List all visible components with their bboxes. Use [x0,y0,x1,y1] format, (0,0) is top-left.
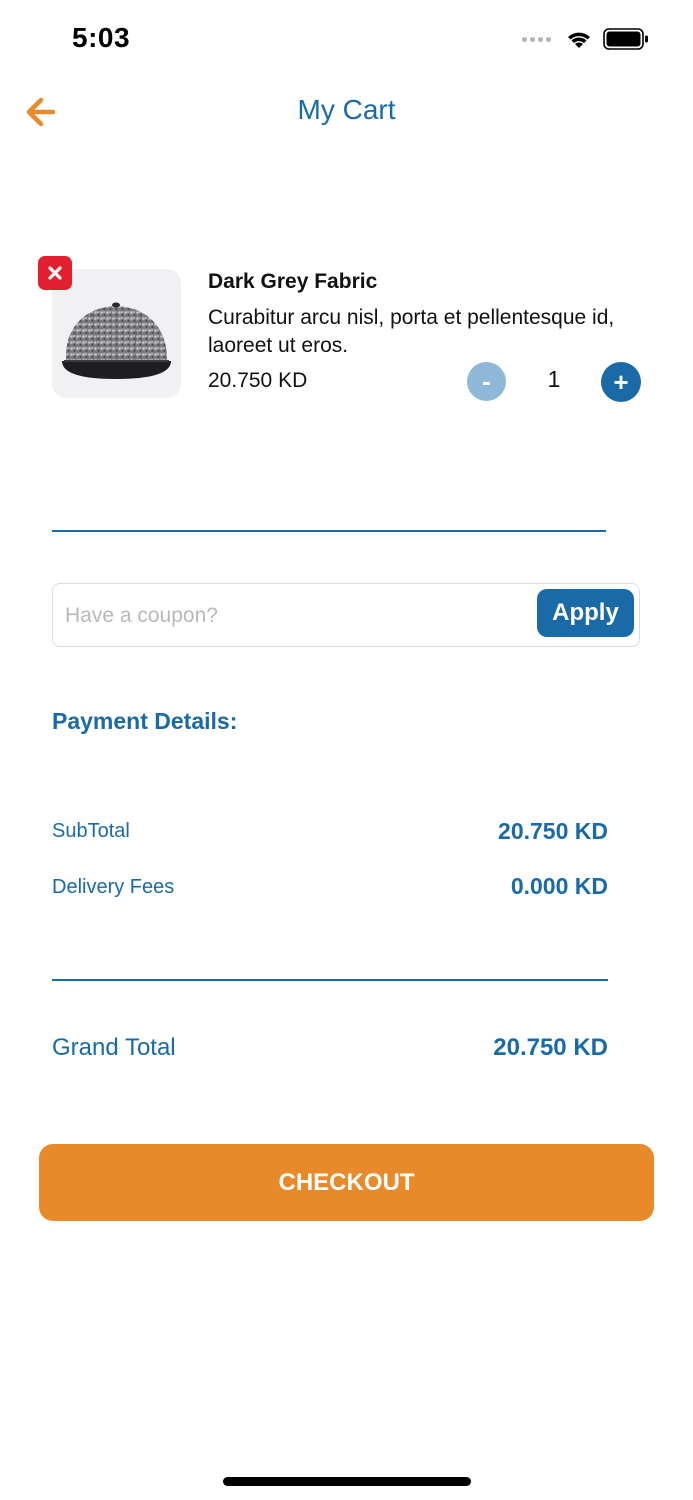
status-icons [522,28,649,50]
quantity-value: 1 [547,366,561,392]
delivery-fees-value: 0.000 KD [510,873,608,899]
grand-total-label: Grand Total [52,1034,176,1061]
divider [52,530,606,532]
status-time: 5:03 [72,22,131,53]
page-title: My Cart [297,94,396,125]
coupon-box: Apply [52,583,640,647]
grand-total-value: 20.750 KD [493,1034,608,1061]
quantity-decrease-button[interactable]: - [467,362,506,401]
cart-item: Dark Grey Fabric Curabitur arcu nisl, po… [38,256,658,406]
coupon-input[interactable] [63,594,527,638]
payment-details-title: Payment Details: [52,708,238,734]
delivery-fees-label: Delivery Fees [52,876,175,898]
remove-item-button[interactable] [38,256,72,290]
apply-coupon-button[interactable]: Apply [537,589,634,637]
quantity-increase-button[interactable]: + [601,362,641,402]
battery-icon [603,28,648,50]
minus-icon: - [482,366,491,396]
subtotal-label: SubTotal [52,820,130,842]
subtotal-value: 20.750 KD [498,818,608,844]
product-image[interactable] [52,269,181,398]
cellular-signal-icon [522,36,551,42]
nav-bar: My Cart [0,80,693,144]
home-indicator [223,1477,471,1486]
plus-icon: + [613,366,629,397]
divider [52,979,608,981]
product-price: 20.750 KD [208,369,308,392]
close-icon [48,266,62,280]
checkout-button[interactable]: CHECKOUT [39,1144,654,1221]
status-bar: 5:03 [0,0,693,80]
product-name: Dark Grey Fabric [208,270,378,293]
wifi-icon [568,32,590,48]
cap-icon [62,302,171,379]
product-description: Curabitur arcu nisl, porta et pellentesq… [208,306,615,357]
